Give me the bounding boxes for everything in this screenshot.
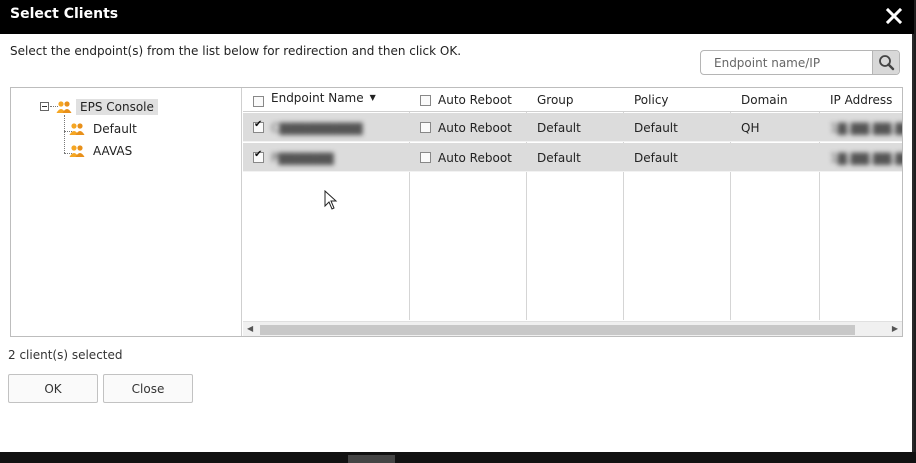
selected-count: 2 client(s) selected (8, 348, 123, 362)
column-header-group[interactable]: Group (527, 88, 624, 112)
group-tree: EPS Console Default AAVAS (11, 88, 242, 336)
user-group-icon (69, 145, 85, 157)
group-cell: Default (537, 120, 581, 135)
auto-reboot-all-checkbox[interactable] (420, 94, 431, 106)
search-input[interactable] (701, 51, 873, 74)
endpoint-name: P▇▇▇▇▇▇ (271, 150, 334, 165)
column-header-domain[interactable]: Domain (731, 88, 820, 112)
tree-item-default[interactable]: Default (69, 122, 137, 136)
domain-cell (731, 143, 820, 172)
endpoints-grid: Endpoint Name ▼ Auto Reboot Group Policy… (243, 88, 902, 336)
tree-root-label: EPS Console (76, 99, 158, 115)
group-cell: Default (537, 150, 581, 165)
row-select-checkbox[interactable] (253, 119, 264, 133)
auto-reboot-label: Auto Reboot (438, 150, 512, 165)
sort-desc-icon: ▼ (369, 92, 376, 102)
user-group-icon (56, 101, 72, 113)
user-group-icon (69, 123, 85, 135)
column-header-policy[interactable]: Policy (624, 88, 731, 112)
taskbar-tab (348, 455, 395, 463)
search-icon (879, 55, 895, 71)
scrollbar-thumb[interactable] (260, 325, 855, 335)
table-row[interactable]: P▇▇▇▇▇▇ Auto Reboot Default Default 1▇.▇… (243, 143, 902, 172)
tree-collapse-toggle[interactable] (40, 102, 49, 111)
dialog-title: Select Clients (10, 6, 119, 22)
ok-button[interactable]: OK (8, 374, 98, 403)
tree-item-label: Default (93, 122, 137, 136)
tree-item-eps-console[interactable]: EPS Console (56, 99, 158, 115)
dialog-titlebar: Select Clients (0, 0, 914, 34)
tree-item-aavas[interactable]: AAVAS (69, 144, 132, 158)
grid-header: Endpoint Name ▼ Auto Reboot Group Policy… (243, 88, 902, 112)
ip-address-cell: 1▇.▇▇.▇▇.▇▇ (830, 120, 902, 135)
auto-reboot-checkbox[interactable] (420, 152, 431, 163)
auto-reboot-checkbox[interactable] (420, 122, 431, 133)
close-button[interactable]: Close (103, 374, 193, 403)
column-header-auto-reboot[interactable]: Auto Reboot (410, 88, 527, 112)
search-button[interactable] (872, 51, 899, 74)
select-clients-dialog: Select Clients Select the endpoint(s) fr… (0, 0, 914, 452)
policy-cell: Default (634, 150, 678, 165)
endpoint-name: C▇▇▇▇▇▇▇▇▇ (271, 120, 363, 135)
scroll-left-icon[interactable]: ◀ (247, 324, 253, 333)
clients-panel: EPS Console Default AAVAS Endpoint Name (10, 87, 903, 337)
domain-cell: QH (741, 120, 760, 135)
background-taskbar (0, 452, 916, 463)
auto-reboot-label: Auto Reboot (438, 120, 512, 135)
search-box (700, 50, 900, 75)
close-icon[interactable] (884, 6, 904, 26)
table-row[interactable]: C▇▇▇▇▇▇▇▇▇ Auto Reboot Default Default Q… (243, 113, 902, 142)
mouse-cursor-icon (324, 190, 338, 210)
policy-cell: Default (634, 120, 678, 135)
tree-item-label: AAVAS (93, 144, 133, 158)
row-select-checkbox[interactable] (253, 149, 264, 163)
select-all-checkbox[interactable] (253, 95, 264, 107)
scroll-right-icon[interactable]: ▶ (892, 324, 898, 333)
column-header-ip-address[interactable]: IP Address (820, 88, 902, 112)
ip-address-cell: 1▇.▇▇.▇▇.▇▇ (830, 150, 902, 165)
column-header-endpoint-name[interactable]: Endpoint Name ▼ (243, 88, 410, 112)
instruction-text: Select the endpoint(s) from the list bel… (10, 44, 462, 58)
horizontal-scrollbar[interactable]: ◀ ▶ (243, 321, 902, 336)
